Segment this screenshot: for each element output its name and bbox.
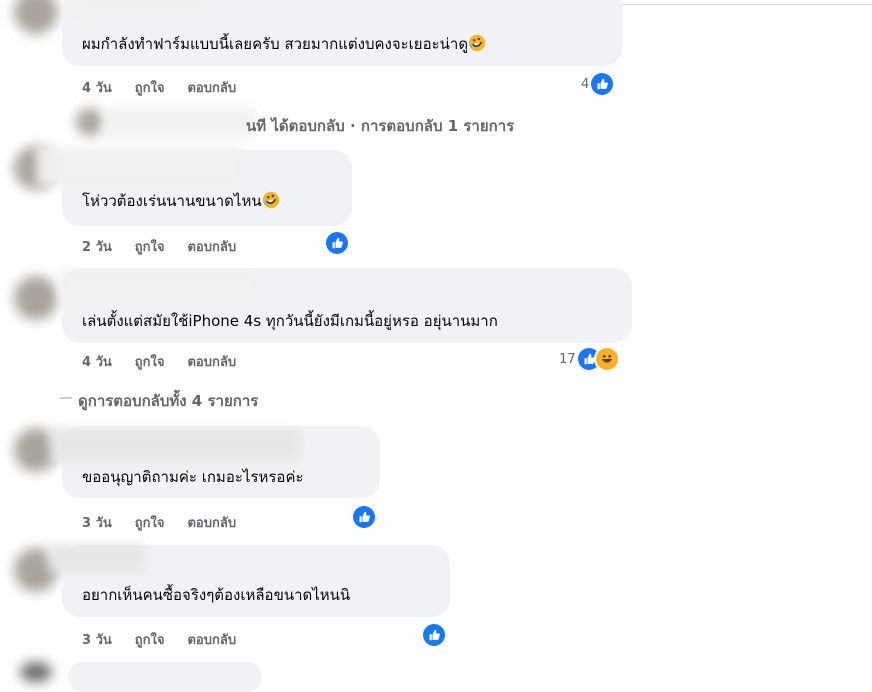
redacted-author-name bbox=[50, 428, 300, 462]
comment-actions: 2 วัน ถูกใจ ตอบกลับ bbox=[82, 236, 236, 257]
reaction-count: 17 bbox=[559, 351, 576, 367]
reaction-summary[interactable] bbox=[353, 506, 375, 528]
redacted-author-name bbox=[60, 270, 260, 302]
view-all-replies-link[interactable]: ดูการตอบกลับทั้ง 4 รายการ bbox=[78, 389, 258, 413]
comment-text: โห่ววต้องเร่นนานขนาดไหน bbox=[82, 191, 280, 211]
rolling-laughing-emoji-icon bbox=[468, 34, 486, 52]
comment-text: อยากเห็นคนซื้อจริงๆต้องเหลือขนาดไหนนิ bbox=[82, 586, 351, 604]
reaction-summary[interactable]: 17 bbox=[559, 348, 618, 370]
comment-actions: 4 วัน ถูกใจ ตอบกลับ bbox=[82, 351, 236, 372]
redacted-author-name bbox=[48, 544, 146, 572]
like-reaction-icon bbox=[353, 506, 375, 528]
like-link[interactable]: ถูกใจ bbox=[135, 629, 165, 650]
redacted-author-name bbox=[36, 146, 244, 186]
reply-link[interactable]: ตอบกลับ bbox=[187, 77, 236, 98]
like-reaction-icon bbox=[326, 232, 348, 254]
comment-text: ขออนุญาติถามค่ะ เกมอะไรหรอค่ะ bbox=[82, 468, 304, 486]
like-link[interactable]: ถูกใจ bbox=[135, 351, 165, 372]
reaction-summary[interactable] bbox=[326, 232, 348, 254]
reply-link[interactable]: ตอบกลับ bbox=[187, 351, 236, 372]
comment-actions: 3 วัน ถูกใจ ตอบกลับ bbox=[82, 629, 236, 650]
thread-connector bbox=[60, 397, 72, 399]
comment-actions: 4 วัน ถูกใจ ตอบกลับ bbox=[82, 77, 236, 98]
reply-link[interactable]: ตอบกลับ bbox=[187, 236, 236, 257]
reply-link[interactable]: ตอบกลับ bbox=[187, 512, 236, 533]
avatar[interactable] bbox=[20, 662, 52, 682]
comment-time[interactable]: 3 วัน bbox=[82, 512, 112, 533]
avatar[interactable] bbox=[76, 108, 104, 136]
comment-text: เล่นตั้งแต่สมัยใช้iPhone 4s ทุกวันนี้ยัง… bbox=[82, 312, 498, 330]
rolling-laughing-emoji-icon bbox=[262, 191, 279, 209]
comment-time[interactable]: 3 วัน bbox=[82, 629, 112, 650]
avatar[interactable] bbox=[14, 276, 58, 320]
like-link[interactable]: ถูกใจ bbox=[135, 512, 165, 533]
comment-actions: 3 วัน ถูกใจ ตอบกลับ bbox=[82, 512, 236, 533]
like-link[interactable]: ถูกใจ bbox=[135, 236, 165, 257]
like-reaction-icon bbox=[591, 73, 614, 95]
reaction-summary[interactable]: 4 bbox=[581, 73, 614, 95]
reaction-summary[interactable] bbox=[423, 624, 445, 646]
redacted-replier-name bbox=[104, 108, 256, 138]
reaction-count: 4 bbox=[581, 76, 590, 92]
comment-time[interactable]: 4 วัน bbox=[82, 77, 112, 98]
comment-time[interactable]: 4 วัน bbox=[82, 351, 112, 372]
comment-text: ผมกำลังทำฟาร์มแบบนี้เลยครับ สวยมากแต่งบค… bbox=[82, 34, 486, 54]
like-reaction-icon bbox=[423, 624, 445, 646]
comment-time[interactable]: 2 วัน bbox=[82, 236, 112, 257]
top-divider bbox=[620, 4, 872, 5]
like-link[interactable]: ถูกใจ bbox=[135, 77, 165, 98]
redacted-author-name bbox=[74, 0, 210, 22]
reply-summary-link[interactable]: นที ได้ตอบกลับ · การตอบกลับ 1 รายการ bbox=[246, 114, 514, 138]
haha-reaction-icon bbox=[595, 348, 618, 370]
comment-bubble bbox=[68, 662, 262, 692]
reply-link[interactable]: ตอบกลับ bbox=[187, 629, 236, 650]
avatar[interactable] bbox=[14, 0, 58, 34]
